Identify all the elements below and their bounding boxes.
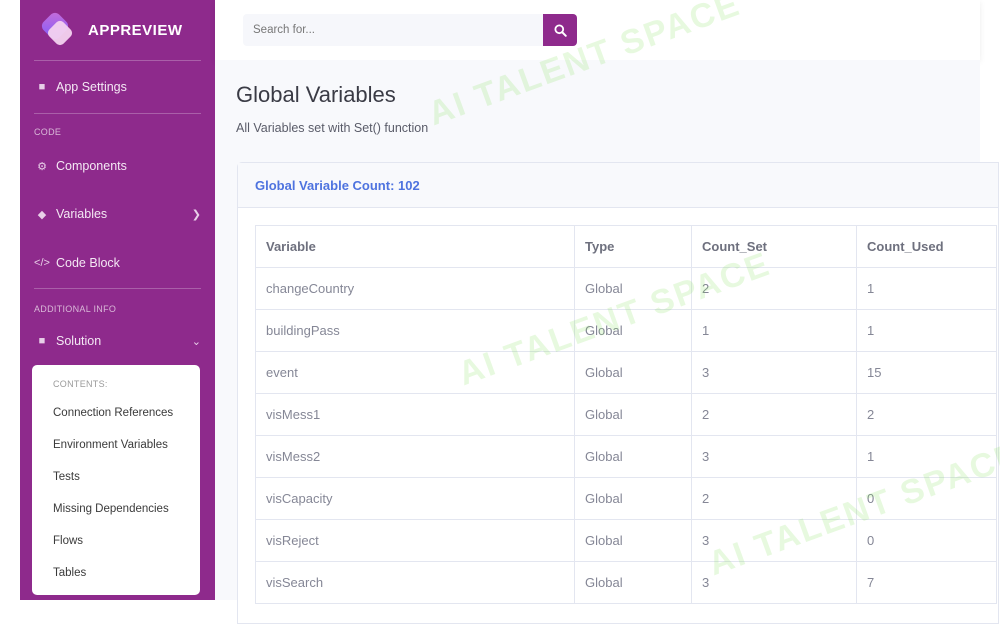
cell-variable: changeCountry (255, 267, 575, 310)
variables-table: Variable Type Count_Set Count_Used chang… (255, 225, 997, 604)
cell-type: Global (574, 519, 692, 562)
cell-count-used: 1 (856, 309, 997, 352)
submenu-item-connection-references[interactable]: Connection References (32, 397, 200, 429)
table-row: visMess1 Global 2 2 (255, 393, 997, 436)
folder-icon: ■ (38, 335, 46, 347)
sidebar-item-variables[interactable]: ◆ Variables ❯ (20, 190, 215, 238)
search-icon (553, 23, 567, 37)
search-bar (243, 14, 577, 46)
cell-variable: event (255, 351, 575, 394)
sidebar-item-solution[interactable]: ■ Solution ⌄ (20, 319, 215, 363)
card-header: Global Variable Count: 102 (238, 163, 998, 208)
brand-name: APPREVIEW (88, 21, 183, 39)
cell-count-set: 2 (691, 267, 857, 310)
sidebar-item-components[interactable]: ⚙ Components (20, 142, 215, 190)
column-header-type[interactable]: Type (574, 225, 692, 268)
table-row: visSearch Global 3 7 (255, 561, 997, 604)
cell-variable: visSearch (255, 561, 575, 604)
cell-count-used: 7 (856, 561, 997, 604)
cell-type: Global (574, 477, 692, 520)
cell-count-used: 1 (856, 267, 997, 310)
table-row: visCapacity Global 2 0 (255, 477, 997, 520)
sidebar-item-label: Solution (56, 334, 102, 348)
search-input[interactable] (243, 14, 543, 46)
submenu-item-tables[interactable]: Tables (32, 557, 200, 589)
sidebar-item-app-settings[interactable]: ■ App Settings (20, 61, 215, 113)
cell-count-set: 2 (691, 477, 857, 520)
cell-count-set: 3 (691, 435, 857, 478)
submenu-label: CONTENTS: (53, 379, 108, 389)
section-label-additional-info: ADDITIONAL INFO (34, 304, 117, 314)
cell-count-set: 3 (691, 519, 857, 562)
table-row: visMess2 Global 3 1 (255, 435, 997, 478)
cell-count-used: 0 (856, 477, 997, 520)
cell-variable: visReject (255, 519, 575, 562)
cell-count-used: 0 (856, 519, 997, 562)
code-icon: </> (34, 257, 50, 269)
table-row: visReject Global 3 0 (255, 519, 997, 562)
cell-variable: visMess1 (255, 393, 575, 436)
square-icon: ■ (38, 81, 46, 93)
column-header-variable[interactable]: Variable (255, 225, 575, 268)
section-label-code: CODE (34, 127, 62, 137)
column-header-count-set[interactable]: Count_Set (691, 225, 857, 268)
tag-icon: ◆ (37, 208, 47, 221)
variables-card: Global Variable Count: 102 Variable Type… (237, 162, 999, 624)
sidebar-item-label: Code Block (56, 256, 120, 270)
cell-count-used: 1 (856, 435, 997, 478)
page-subtitle: All Variables set with Set() function (236, 121, 429, 135)
cell-count-set: 3 (691, 561, 857, 604)
cell-type: Global (574, 267, 692, 310)
gears-icon: ⚙ (37, 160, 47, 173)
app-logo-icon (39, 10, 75, 48)
cell-count-used: 2 (856, 393, 997, 436)
cell-type: Global (574, 351, 692, 394)
table-row: event Global 3 15 (255, 351, 997, 394)
sidebar-item-label: Variables (56, 207, 108, 221)
main-content: Global Variables All Variables set with … (215, 60, 999, 624)
cell-variable: visCapacity (255, 477, 575, 520)
sidebar: APPREVIEW ■ App Settings CODE ⚙ Componen… (20, 0, 215, 600)
cell-type: Global (574, 393, 692, 436)
chevron-right-icon: ❯ (191, 208, 201, 221)
submenu-item-flows[interactable]: Flows (32, 525, 200, 557)
solution-submenu: CONTENTS: Connection References Environm… (32, 365, 200, 595)
submenu-item-environment-variables[interactable]: Environment Variables (32, 429, 200, 461)
cell-count-set: 1 (691, 309, 857, 352)
column-header-count-used[interactable]: Count_Used (856, 225, 997, 268)
submenu-item-missing-dependencies[interactable]: Missing Dependencies (32, 493, 200, 525)
search-button[interactable] (543, 14, 577, 46)
brand[interactable]: APPREVIEW (20, 0, 215, 60)
cell-type: Global (574, 561, 692, 604)
page-title: Global Variables (236, 82, 396, 107)
chevron-down-icon: ⌄ (191, 335, 201, 348)
cell-count-used: 15 (856, 351, 997, 394)
sidebar-item-code-block[interactable]: </> Code Block (20, 238, 215, 288)
cell-count-set: 3 (691, 351, 857, 394)
cell-variable: buildingPass (255, 309, 575, 352)
table-row: changeCountry Global 2 1 (255, 267, 997, 310)
topbar (215, 0, 980, 60)
submenu-item-tests[interactable]: Tests (32, 461, 200, 493)
sidebar-item-label: App Settings (56, 80, 127, 94)
table-row: buildingPass Global 1 1 (255, 309, 997, 352)
cell-type: Global (574, 435, 692, 478)
cell-variable: visMess2 (255, 435, 575, 478)
sidebar-item-label: Components (56, 159, 127, 173)
cell-type: Global (574, 309, 692, 352)
cell-count-set: 2 (691, 393, 857, 436)
table-header-row: Variable Type Count_Set Count_Used (255, 225, 997, 268)
